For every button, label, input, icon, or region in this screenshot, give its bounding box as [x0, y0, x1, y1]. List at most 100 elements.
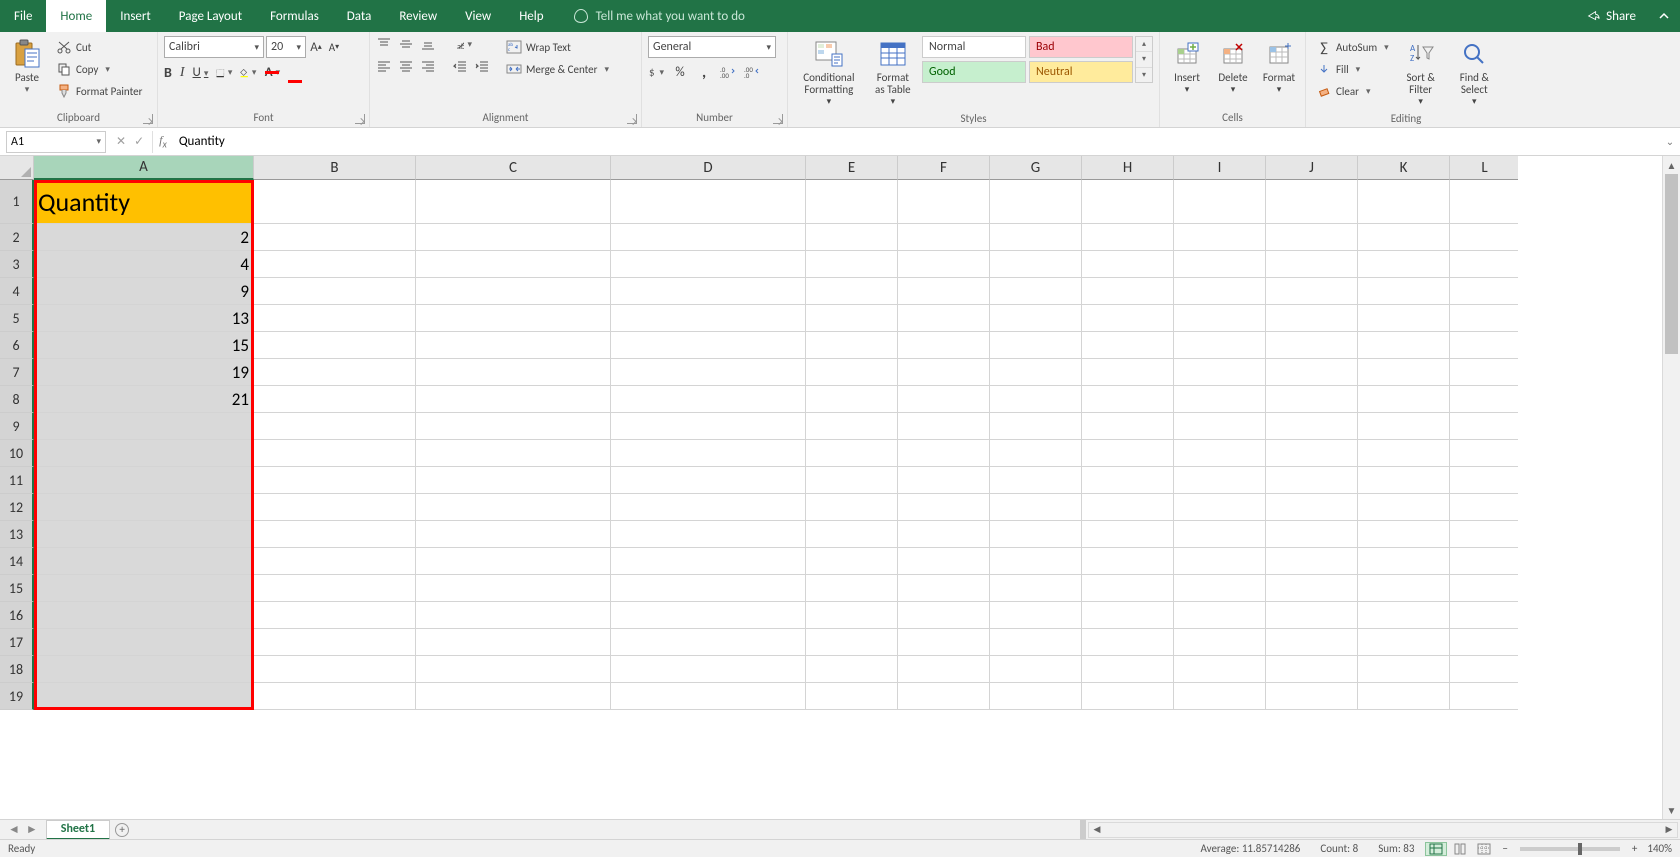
wrap-text-button[interactable]: abc Wrap Text — [502, 36, 613, 58]
cell-F15[interactable] — [898, 575, 990, 602]
cell-C2[interactable] — [416, 224, 611, 251]
cell-L2[interactable] — [1450, 224, 1518, 251]
cell-J10[interactable] — [1266, 440, 1358, 467]
cell-G19[interactable] — [990, 683, 1082, 710]
font-size-combo[interactable]: 20▾ — [266, 36, 306, 58]
cell-H16[interactable] — [1082, 602, 1174, 629]
cell-C1[interactable] — [416, 180, 611, 224]
align-right-icon[interactable] — [420, 58, 436, 74]
cell-A16[interactable] — [34, 602, 254, 629]
cell-I3[interactable] — [1174, 251, 1266, 278]
cell-G6[interactable] — [990, 332, 1082, 359]
cell-I2[interactable] — [1174, 224, 1266, 251]
cell-J1[interactable] — [1266, 180, 1358, 224]
menu-tab-review[interactable]: Review — [385, 0, 451, 32]
cell-D15[interactable] — [611, 575, 806, 602]
cell-L12[interactable] — [1450, 494, 1518, 521]
cell-A10[interactable] — [34, 440, 254, 467]
sheet-next-icon[interactable]: ► — [26, 822, 38, 837]
cell-F7[interactable] — [898, 359, 990, 386]
cell-J16[interactable] — [1266, 602, 1358, 629]
cell-B1[interactable] — [254, 180, 416, 224]
underline-button[interactable]: U — [193, 65, 209, 80]
cell-L8[interactable] — [1450, 386, 1518, 413]
cell-J9[interactable] — [1266, 413, 1358, 440]
zoom-out-button[interactable]: − — [1502, 842, 1507, 855]
cell-H2[interactable] — [1082, 224, 1174, 251]
menu-tab-insert[interactable]: Insert — [106, 0, 165, 32]
align-middle-icon[interactable] — [398, 36, 414, 52]
cell-A11[interactable] — [34, 467, 254, 494]
cell-H12[interactable] — [1082, 494, 1174, 521]
cell-D11[interactable] — [611, 467, 806, 494]
zoom-slider[interactable] — [1520, 847, 1620, 851]
row-header-10[interactable]: 10 — [0, 440, 34, 467]
cell-J2[interactable] — [1266, 224, 1358, 251]
style-neutral[interactable]: Neutral — [1029, 61, 1133, 83]
cell-I19[interactable] — [1174, 683, 1266, 710]
cut-button[interactable]: Cut — [52, 36, 146, 58]
cell-E15[interactable] — [806, 575, 898, 602]
row-header-9[interactable]: 9 — [0, 413, 34, 440]
cell-C9[interactable] — [416, 413, 611, 440]
style-normal[interactable]: Normal — [922, 36, 1026, 58]
cell-B6[interactable] — [254, 332, 416, 359]
cell-A12[interactable] — [34, 494, 254, 521]
cell-B14[interactable] — [254, 548, 416, 575]
row-header-13[interactable]: 13 — [0, 521, 34, 548]
cell-B18[interactable] — [254, 656, 416, 683]
cell-J13[interactable] — [1266, 521, 1358, 548]
cell-K5[interactable] — [1358, 305, 1450, 332]
cell-D10[interactable] — [611, 440, 806, 467]
cell-G8[interactable] — [990, 386, 1082, 413]
cell-J12[interactable] — [1266, 494, 1358, 521]
cell-E19[interactable] — [806, 683, 898, 710]
indent-decrease-icon[interactable] — [452, 58, 468, 74]
clipboard-launcher-icon[interactable] — [143, 114, 153, 124]
cell-E11[interactable] — [806, 467, 898, 494]
cell-A2[interactable]: 2 — [34, 224, 254, 251]
fx-icon[interactable]: fx — [153, 133, 173, 150]
cell-B9[interactable] — [254, 413, 416, 440]
cell-K19[interactable] — [1358, 683, 1450, 710]
cell-L6[interactable] — [1450, 332, 1518, 359]
cell-J14[interactable] — [1266, 548, 1358, 575]
cell-H17[interactable] — [1082, 629, 1174, 656]
cell-B4[interactable] — [254, 278, 416, 305]
font-name-combo[interactable]: Calibri▾ — [164, 36, 264, 58]
cell-E10[interactable] — [806, 440, 898, 467]
cell-H8[interactable] — [1082, 386, 1174, 413]
row-header-17[interactable]: 17 — [0, 629, 34, 656]
zoom-slider-handle[interactable] — [1578, 843, 1582, 855]
cell-A18[interactable] — [34, 656, 254, 683]
increase-decimal-icon[interactable]: .0.00 — [720, 64, 736, 80]
cell-E2[interactable] — [806, 224, 898, 251]
cell-J19[interactable] — [1266, 683, 1358, 710]
row-header-19[interactable]: 19 — [0, 683, 34, 710]
cell-A15[interactable] — [34, 575, 254, 602]
cell-F9[interactable] — [898, 413, 990, 440]
row-header-2[interactable]: 2 — [0, 224, 34, 251]
cell-K1[interactable] — [1358, 180, 1450, 224]
cell-F11[interactable] — [898, 467, 990, 494]
cell-H3[interactable] — [1082, 251, 1174, 278]
cell-B8[interactable] — [254, 386, 416, 413]
name-box[interactable]: A1▾ — [6, 131, 106, 153]
cell-E4[interactable] — [806, 278, 898, 305]
cell-L15[interactable] — [1450, 575, 1518, 602]
cell-G18[interactable] — [990, 656, 1082, 683]
font-launcher-icon[interactable] — [355, 114, 365, 124]
cell-B12[interactable] — [254, 494, 416, 521]
cell-D8[interactable] — [611, 386, 806, 413]
cell-E8[interactable] — [806, 386, 898, 413]
cell-K9[interactable] — [1358, 413, 1450, 440]
formula-bar-expand-icon[interactable]: ⌄ — [1660, 135, 1680, 148]
cell-I4[interactable] — [1174, 278, 1266, 305]
vertical-scrollbar[interactable]: ▲ ▼ — [1662, 156, 1680, 819]
row-header-14[interactable]: 14 — [0, 548, 34, 575]
cell-A1[interactable]: Quantity — [34, 180, 254, 224]
cell-C17[interactable] — [416, 629, 611, 656]
cell-E16[interactable] — [806, 602, 898, 629]
cell-K12[interactable] — [1358, 494, 1450, 521]
cell-J17[interactable] — [1266, 629, 1358, 656]
